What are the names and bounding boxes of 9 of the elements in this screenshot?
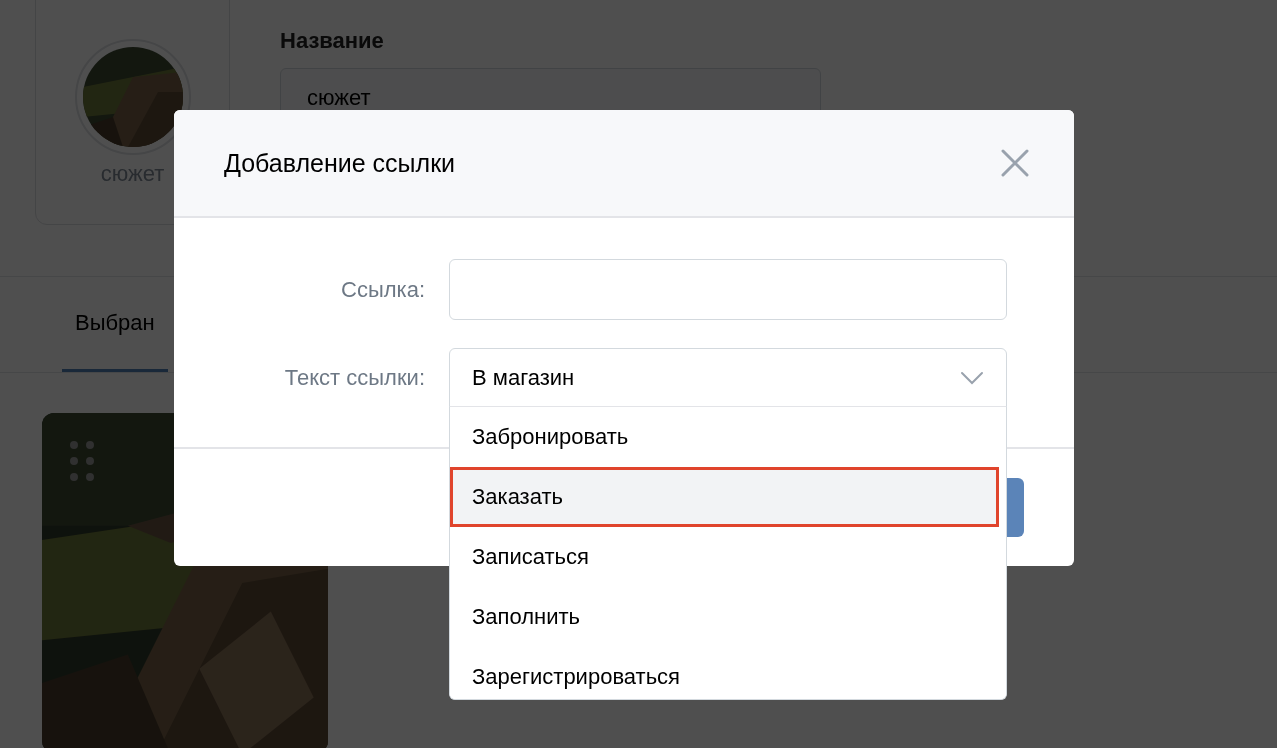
close-button[interactable] xyxy=(1000,148,1030,178)
dialog-title: Добавление ссылки xyxy=(224,148,456,178)
link-field[interactable] xyxy=(449,259,1007,320)
drag-handle-icon[interactable] xyxy=(70,441,94,481)
field-label: Название xyxy=(280,28,385,54)
field-label: Текст ссылки: xyxy=(283,364,425,391)
field-label: Ссылка: xyxy=(340,276,425,303)
chevron-icon xyxy=(960,370,984,385)
dropdown-option[interactable]: Заказать xyxy=(450,467,999,527)
